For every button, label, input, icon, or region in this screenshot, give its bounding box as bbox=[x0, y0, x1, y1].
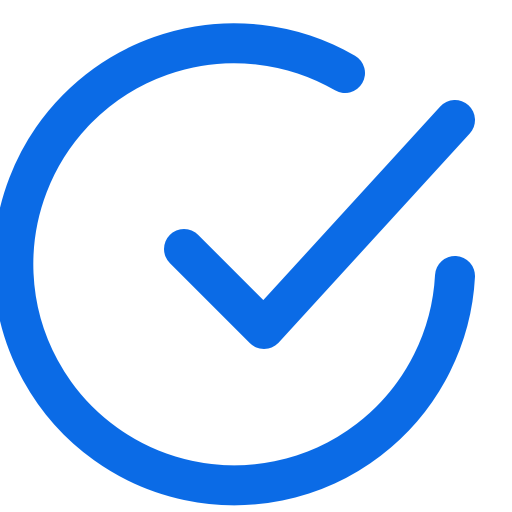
icon-canvas bbox=[0, 0, 512, 512]
check-circle-icon bbox=[0, 23, 475, 506]
circle-arc bbox=[0, 23, 475, 506]
checkmark bbox=[164, 100, 475, 349]
